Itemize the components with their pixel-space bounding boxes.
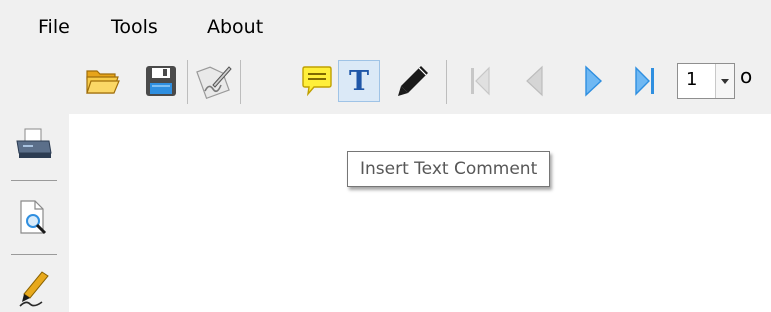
sidebar-separator <box>11 180 57 181</box>
menu-bar: File Tools About <box>0 0 771 52</box>
speech-bubble-icon <box>302 66 332 97</box>
page-dropdown-button[interactable] <box>715 64 734 98</box>
text-icon: T <box>348 65 370 97</box>
signature-icon <box>196 66 232 99</box>
sign-pen-button[interactable] <box>10 264 58 312</box>
print-preview-icon <box>20 200 47 235</box>
printer-icon <box>16 128 52 158</box>
toolbar: T 1 o <box>0 52 771 114</box>
print-button[interactable] <box>10 120 58 168</box>
pen-sign-icon <box>19 271 49 307</box>
left-toolbar <box>0 114 69 312</box>
insert-text-comment-button[interactable]: T <box>338 60 380 102</box>
previous-page-icon <box>526 65 543 97</box>
print-preview-button[interactable] <box>10 194 58 242</box>
chevron-down-icon <box>721 78 729 84</box>
first-page-button[interactable] <box>460 60 502 102</box>
save-icon <box>146 66 176 96</box>
insert-comment-button[interactable] <box>296 60 338 102</box>
previous-page-button[interactable] <box>514 60 556 102</box>
draw-button[interactable] <box>392 60 434 102</box>
last-page-icon <box>635 66 654 96</box>
save-button[interactable] <box>140 60 182 102</box>
page-number-combo[interactable]: 1 <box>677 63 735 99</box>
page-count-label: o <box>740 64 753 88</box>
toolbar-separator <box>446 60 447 104</box>
last-page-button[interactable] <box>624 60 666 102</box>
first-page-icon <box>471 66 490 96</box>
pencil-icon <box>398 66 428 96</box>
menu-file[interactable]: File <box>38 0 70 52</box>
next-page-button[interactable] <box>572 60 614 102</box>
open-button[interactable] <box>82 60 124 102</box>
menu-about[interactable]: About <box>207 0 263 52</box>
toolbar-separator <box>240 60 241 104</box>
page-number-input[interactable]: 1 <box>686 69 697 90</box>
folder-open-icon <box>86 70 120 94</box>
tooltip: Insert Text Comment <box>347 151 551 187</box>
toolbar-separator <box>187 60 188 104</box>
sign-button[interactable] <box>193 60 235 102</box>
next-page-icon <box>585 65 603 97</box>
sidebar-separator <box>11 254 57 255</box>
menu-tools[interactable]: Tools <box>111 0 158 52</box>
